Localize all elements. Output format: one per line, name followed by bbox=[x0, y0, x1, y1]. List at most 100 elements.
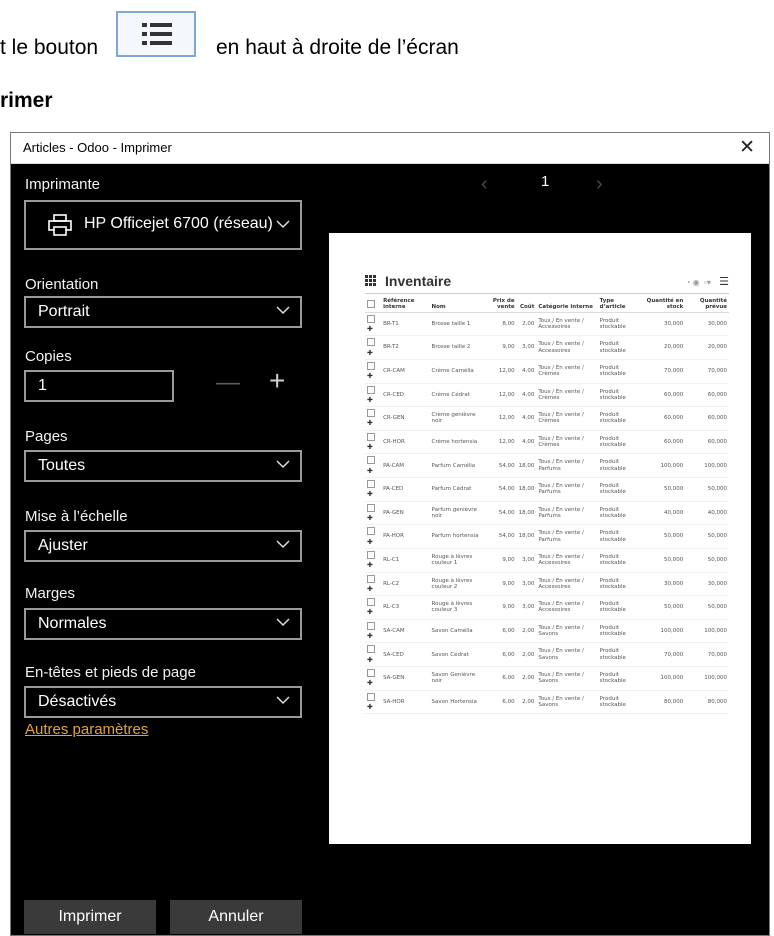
table-cell: 50,000 bbox=[685, 595, 729, 620]
scale-select[interactable]: Ajuster bbox=[24, 530, 302, 562]
table-cell: CR-GEN bbox=[381, 406, 430, 431]
table-row: ✚ SA-CAM Savon Camélia 6,00 2,00 Tous / En ve… bbox=[365, 619, 729, 644]
table-cell: Produit stockable bbox=[597, 595, 640, 620]
increment-copies-button[interactable]: + bbox=[269, 365, 285, 397]
headers-footers-select[interactable]: Désactivés bbox=[24, 686, 302, 718]
table-cell: 70,000 bbox=[639, 642, 686, 667]
table-cell: 18,00 bbox=[516, 524, 537, 549]
table-cell: Savon Camélia bbox=[429, 619, 483, 644]
table-header-row: Référence interne Nom Prix de vente Coût Cat… bbox=[365, 297, 729, 313]
table-cell: 3,00 bbox=[516, 595, 537, 620]
table-cell: BR-T2 bbox=[381, 335, 430, 360]
table-cell: Produit stockable bbox=[597, 642, 640, 667]
table-cell: 70,000 bbox=[639, 359, 686, 384]
table-cell: Produit stockable bbox=[597, 430, 640, 455]
table-cell: 2,00 bbox=[516, 312, 537, 337]
table-cell: Tous / En vente / Accessoires bbox=[536, 572, 598, 597]
table-cell: 100,000 bbox=[685, 619, 729, 644]
table-cell: 6,00 bbox=[482, 666, 517, 691]
orientation-label: Orientation bbox=[25, 276, 99, 293]
table-cell: Tous / En vente / Parfums bbox=[536, 453, 598, 478]
table-cell: 60,000 bbox=[685, 430, 729, 455]
table-cell: Rouge à lèvres couleur 3 bbox=[429, 595, 483, 620]
table-cell: 12,00 bbox=[482, 359, 517, 384]
orientation-value: Portrait bbox=[38, 303, 90, 320]
table-cell: Parfum genièvre noir bbox=[429, 501, 483, 526]
cancel-button[interactable]: Annuler bbox=[170, 900, 302, 934]
table-cell: Produit stockable bbox=[597, 477, 640, 502]
column-header: Coût bbox=[516, 297, 537, 313]
table-cell: 30,000 bbox=[639, 572, 686, 597]
column-header: Nom bbox=[429, 297, 483, 313]
table-cell: 100,000 bbox=[639, 666, 686, 691]
table-cell: Crème Cédrat bbox=[429, 383, 483, 408]
select-all-checkbox bbox=[365, 297, 382, 313]
previous-page-button[interactable]: ‹ bbox=[481, 173, 488, 196]
decrement-copies-button[interactable]: — bbox=[216, 369, 240, 397]
table-cell: 9,00 bbox=[482, 335, 517, 360]
table-row: ✚ SA-GEN Savon Genièvre noir 6,00 2,00 Tous /… bbox=[365, 666, 729, 691]
row-checkbox: ✚ bbox=[365, 453, 382, 478]
table-row: ✚ RL-C1 Rouge à lèvres couleur 1 9,00 3,00 To… bbox=[365, 548, 729, 573]
printer-select[interactable]: HP Officejet 6700 (réseau) bbox=[24, 200, 302, 250]
table-cell: 2,00 bbox=[516, 666, 537, 691]
table-cell: 50,000 bbox=[639, 595, 686, 620]
margins-select[interactable]: Normales bbox=[24, 608, 302, 640]
row-checkbox: ✚ bbox=[365, 335, 382, 360]
table-cell: 3,00 bbox=[516, 572, 537, 597]
table-cell: 2,00 bbox=[516, 619, 537, 644]
table-cell: Tous / En vente / Savons bbox=[536, 642, 598, 667]
table-row: ✚ CR-HOR Crème hortensia 12,00 4,00 Tous / En… bbox=[365, 430, 729, 455]
table-cell: 50,000 bbox=[639, 477, 686, 502]
list-view-button-illustration bbox=[116, 11, 196, 57]
table-cell: PA-CAM bbox=[381, 453, 430, 478]
row-checkbox: ✚ bbox=[365, 690, 382, 715]
table-cell: Produit stockable bbox=[597, 335, 640, 360]
dialog-titlebar: Articles - Odoo - Imprimer ✕ bbox=[11, 133, 769, 164]
table-cell: Produit stockable bbox=[597, 572, 640, 597]
table-cell: Rouge à lèvres couleur 2 bbox=[429, 572, 483, 597]
table-row: ✚ BR-T1 Brosse taille 1 8,00 2,00 Tous / En v… bbox=[365, 312, 729, 337]
row-checkbox: ✚ bbox=[365, 524, 382, 549]
print-preview-page: Inventaire ◔ ◉ ▫▾ ☰ Référence interne Nom… bbox=[329, 233, 751, 844]
print-button[interactable]: Imprimer bbox=[24, 900, 156, 934]
table-cell: 40,000 bbox=[685, 501, 729, 526]
table-cell: 6,00 bbox=[482, 619, 517, 644]
instruction-line-2: rimer bbox=[0, 89, 53, 112]
table-row: ✚ CR-CED Crème Cédrat 12,00 4,00 Tous / En ve… bbox=[365, 383, 729, 408]
table-cell: 54,00 bbox=[482, 524, 517, 549]
page-number: 1 bbox=[541, 173, 550, 190]
table-cell: 20,000 bbox=[685, 335, 729, 360]
pages-select[interactable]: Toutes bbox=[24, 450, 302, 482]
instruction-line-1-suffix: en haut à droite de l’écran bbox=[216, 36, 459, 59]
inventory-toolbar-icons: ◔ ◉ ▫▾ ☰ bbox=[685, 276, 729, 288]
table-cell: 18,00 bbox=[516, 453, 537, 478]
table-row: ✚ RL-C2 Rouge à lèvres couleur 2 9,00 3,00 To… bbox=[365, 572, 729, 597]
row-checkbox: ✚ bbox=[365, 501, 382, 526]
table-cell: SA-HOR bbox=[381, 690, 430, 715]
chevron-down-icon bbox=[276, 220, 290, 229]
more-settings-link[interactable]: Autres paramètres bbox=[25, 721, 148, 738]
orientation-select[interactable]: Portrait bbox=[24, 296, 302, 328]
row-checkbox: ✚ bbox=[365, 383, 382, 408]
table-cell: Tous / En vente / Crèmes bbox=[536, 430, 598, 455]
next-page-button[interactable]: › bbox=[596, 173, 603, 196]
table-cell: 4,00 bbox=[516, 359, 537, 384]
table-cell: 50,000 bbox=[639, 524, 686, 549]
table-cell: 60,000 bbox=[639, 406, 686, 431]
table-cell: 54,00 bbox=[482, 501, 517, 526]
dialog-title: Articles - Odoo - Imprimer bbox=[23, 140, 172, 155]
close-icon[interactable]: ✕ bbox=[739, 136, 755, 159]
table-cell: 50,000 bbox=[685, 524, 729, 549]
copies-input[interactable]: 1 bbox=[24, 370, 174, 402]
table-cell: 70,000 bbox=[685, 642, 729, 667]
row-checkbox: ✚ bbox=[365, 430, 382, 455]
table-cell: Produit stockable bbox=[597, 406, 640, 431]
table-cell: Tous / En vente / Accessoires bbox=[536, 312, 598, 337]
table-cell: PA-HOR bbox=[381, 524, 430, 549]
table-cell: Produit stockable bbox=[597, 501, 640, 526]
column-header: Type d’article bbox=[597, 297, 640, 313]
table-row: ✚ RL-C3 Rouge à lèvres couleur 3 9,00 3,00 To… bbox=[365, 595, 729, 620]
inventory-table: Référence interne Nom Prix de vente Coût Cat… bbox=[365, 297, 729, 715]
pages-value: Toutes bbox=[38, 457, 86, 474]
